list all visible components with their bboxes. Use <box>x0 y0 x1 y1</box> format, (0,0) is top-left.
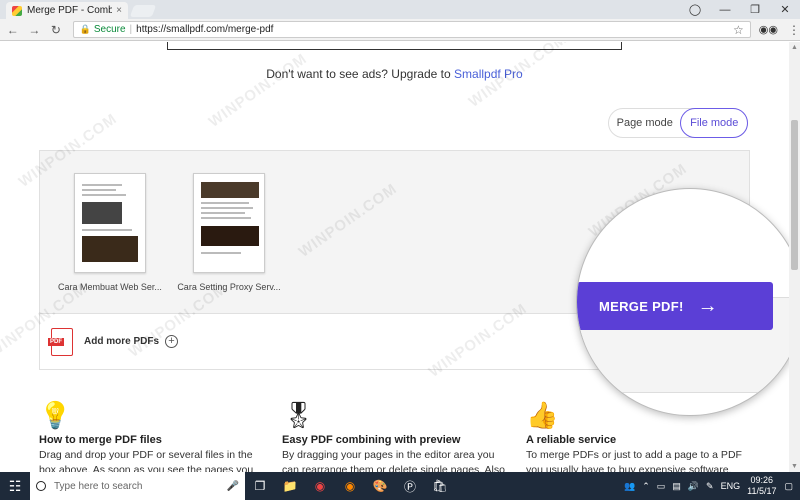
browser-toolbar: ← → ↻ 🔒 Secure | https://smallpdf.com/me… <box>0 19 800 41</box>
doc-screenshot <box>82 202 122 224</box>
people-icon[interactable]: 👥 <box>624 481 635 492</box>
file-explorer-icon[interactable]: 📁 <box>275 479 305 493</box>
smallpdf-pro-link[interactable]: Smallpdf Pro <box>454 67 523 81</box>
reload-icon[interactable]: ↻ <box>47 23 65 37</box>
url-text[interactable]: https://smallpdf.com/merge-pdf <box>136 24 733 35</box>
tray-chevron-icon[interactable]: ⌃ <box>642 481 650 492</box>
lightbulb-icon: 💡 <box>39 400 72 430</box>
page-scrollbar[interactable]: ▲ ▼ <box>789 42 800 472</box>
chrome-icon[interactable]: ◉ <box>305 479 335 493</box>
volume-icon[interactable]: 🔊 <box>688 481 699 492</box>
scroll-up-icon[interactable]: ▲ <box>791 44 798 51</box>
feature-preview: 🎖 Easy PDF combining with preview By dra… <box>282 400 512 472</box>
search-placeholder: Type here to search <box>54 480 143 492</box>
pdf-tag: PDF <box>48 337 64 346</box>
file-thumbnail[interactable] <box>193 173 265 273</box>
secure-label: Secure <box>93 24 126 35</box>
doc-text-line <box>201 217 251 219</box>
browser-tab-bar: Merge PDF - Combine Fi × ◯ — ❐ ✕ <box>0 0 800 19</box>
doc-screenshot <box>82 236 138 262</box>
feature-text: Drag and drop your PDF or several files … <box>39 449 254 472</box>
language-indicator[interactable]: ENG <box>721 481 741 491</box>
mode-switch: Page mode File mode <box>608 108 748 138</box>
taskbar-search[interactable]: Type here to search 🎤 <box>30 472 245 500</box>
window-controls: ◯ — ❐ ✕ <box>680 0 800 19</box>
doc-text-line <box>201 207 253 209</box>
feature-text: By dragging your pages in the editor are… <box>282 449 505 472</box>
lock-icon: 🔒 <box>79 24 91 34</box>
tab-close-icon[interactable]: × <box>116 5 122 16</box>
system-tray: 👥 ⌃ ▭ ▤ 🔊 ✎ ENG 09:26 11/5/17 ▢ <box>624 475 800 497</box>
microphone-icon[interactable]: 🎤 <box>227 481 239 492</box>
profile-icon[interactable]: ◯ <box>680 3 710 16</box>
file-card[interactable]: Cara Membuat Web Ser... <box>45 173 175 292</box>
magnifier-lens: MERGE PDF! → <box>576 188 800 416</box>
merge-pdf-label: MERGE PDF! <box>599 298 684 314</box>
doc-text-line <box>82 194 126 196</box>
add-more-pdfs-label[interactable]: Add more PDFs <box>84 336 159 347</box>
doc-text-line <box>82 184 122 186</box>
forward-arrow-icon[interactable]: → <box>26 23 44 37</box>
clock[interactable]: 09:26 11/5/17 <box>747 475 776 497</box>
battery-icon[interactable]: ▭ <box>657 481 666 492</box>
new-tab-button[interactable] <box>129 5 157 17</box>
ad-frame <box>167 42 622 50</box>
windows-taskbar: ☷ Type here to search 🎤 ❐ 📁 ◉ ◉ 🎨 Ⓟ 🛍 👥 … <box>0 472 800 500</box>
task-view-icon[interactable]: ❐ <box>245 479 275 493</box>
file-name: Cara Membuat Web Ser... <box>58 282 162 292</box>
pen-icon[interactable]: ✎ <box>706 481 714 492</box>
cortana-circle-icon <box>36 481 46 491</box>
doc-text-line <box>201 202 249 204</box>
merge-pdf-button[interactable]: MERGE PDF! → <box>577 282 773 330</box>
award-ribbon-icon: 🎖 <box>282 400 316 430</box>
smallpdf-favicon-icon <box>12 5 22 16</box>
page-mode-button[interactable]: Page mode <box>609 117 680 129</box>
separator: | <box>129 24 133 35</box>
clock-date: 11/5/17 <box>747 486 777 496</box>
file-name: Cara Setting Proxy Serv... <box>177 282 281 292</box>
windows-start-icon[interactable]: ☷ <box>0 478 30 495</box>
extension-glasses-icon[interactable]: ◉◉ <box>759 23 778 36</box>
feature-text: To merge PDFs or just to add a page to a… <box>526 449 742 472</box>
store-icon[interactable]: 🛍 <box>425 479 455 493</box>
doc-text-line <box>201 252 241 254</box>
app-f-icon[interactable]: Ⓟ <box>395 478 425 495</box>
watermark: WINPOIN.COM <box>205 50 311 131</box>
doc-text-line <box>201 212 245 214</box>
feature-how-to: 💡 How to merge PDF files Drag and drop y… <box>39 400 269 472</box>
bookmark-star-icon[interactable]: ☆ <box>733 23 744 37</box>
paint-icon[interactable]: 🎨 <box>365 479 395 493</box>
menu-dots-icon[interactable]: ⋮ <box>788 23 800 37</box>
network-icon[interactable]: ▤ <box>672 481 681 492</box>
close-window-button[interactable]: ✕ <box>770 3 800 16</box>
arrow-right-icon: → <box>697 294 718 317</box>
doc-screenshot <box>201 182 259 198</box>
feature-title: A reliable service <box>526 434 617 446</box>
maximize-button[interactable]: ❐ <box>740 3 770 16</box>
ad-upgrade-line: Don't want to see ads? Upgrade to Smallp… <box>0 67 789 81</box>
feature-title: How to merge PDF files <box>39 434 162 446</box>
doc-text-line <box>82 189 116 191</box>
minimize-button[interactable]: — <box>710 4 740 16</box>
doc-screenshot <box>201 226 259 246</box>
file-thumbnail[interactable] <box>74 173 146 273</box>
scroll-down-icon[interactable]: ▼ <box>791 463 798 470</box>
clock-time: 09:26 <box>750 475 774 485</box>
tab-title: Merge PDF - Combine Fi <box>27 5 113 16</box>
add-circle-plus-icon[interactable]: + <box>165 335 179 348</box>
ad-text: Don't want to see ads? Upgrade to <box>266 67 455 81</box>
back-arrow-icon[interactable]: ← <box>4 23 22 37</box>
action-center-icon[interactable]: ▢ <box>784 481 793 492</box>
feature-title: Easy PDF combining with preview <box>282 434 461 446</box>
scroll-thumb[interactable] <box>791 120 798 270</box>
firefox-icon[interactable]: ◉ <box>335 479 365 493</box>
address-bar[interactable]: 🔒 Secure | https://smallpdf.com/merge-pd… <box>72 21 751 38</box>
file-mode-button[interactable]: File mode <box>680 108 748 138</box>
pdf-file-icon: PDF <box>48 327 73 356</box>
doc-text-line <box>82 229 132 231</box>
file-card[interactable]: Cara Setting Proxy Serv... <box>164 173 294 292</box>
browser-tab[interactable]: Merge PDF - Combine Fi × <box>6 2 128 19</box>
